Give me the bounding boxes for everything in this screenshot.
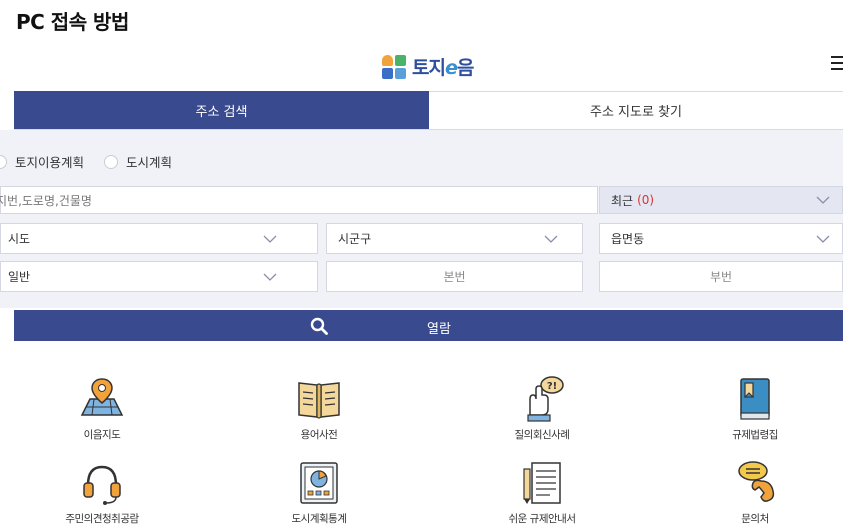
quick-link-contact[interactable]: 문의처 (685, 459, 825, 526)
radio-city-plan[interactable]: 도시계획 (104, 152, 172, 171)
tab-map-search[interactable]: 주소 지도로 찾기 (429, 91, 843, 129)
quick-link-regulations[interactable]: 규제법령집 (685, 375, 825, 442)
hand-question-icon: ?! (527, 376, 564, 422)
book-icon (298, 382, 340, 419)
headset-icon (83, 465, 121, 505)
land-type-select[interactable]: 일반 (0, 261, 318, 292)
eupmyeondong-select[interactable]: 읍면동 (599, 223, 843, 254)
quick-link-resident-opinion[interactable]: 주민의견청취공람 (32, 459, 172, 526)
chevron-down-icon (816, 196, 830, 204)
chevron-down-icon (544, 235, 558, 243)
phone-chat-icon (738, 461, 775, 502)
quick-link-eum-map[interactable]: 이음지도 (32, 375, 172, 442)
sigungu-select[interactable]: 시군구 (326, 223, 583, 254)
search-icon (310, 317, 328, 335)
quick-link-qna-cases[interactable]: ?! 질의회신사례 (472, 375, 612, 442)
logo-mark-icon (382, 54, 406, 79)
search-tabs: 주소 검색 주소 지도로 찾기 (14, 91, 843, 130)
plan-type-radios: 토지이용계획 도시계획 (0, 152, 172, 171)
quick-link-city-plan-stats[interactable]: 도시계획통계 (249, 459, 389, 526)
sido-select[interactable]: 시도 (0, 223, 318, 254)
logo-text: 토지e음 (412, 57, 474, 79)
main-number-input[interactable]: 본번 (326, 261, 583, 292)
document-icon (523, 462, 561, 504)
sub-number-input[interactable]: 부번 (599, 261, 843, 292)
radio-circle-icon (104, 154, 119, 169)
hamburger-icon[interactable] (829, 54, 843, 72)
quick-link-glossary[interactable]: 용어사전 (249, 375, 389, 442)
quick-link-easy-guide[interactable]: 쉬운 규제안내서 (472, 459, 612, 526)
address-search-input[interactable]: 지번,도로명,건물명 (0, 186, 598, 214)
map-pin-icon (80, 378, 124, 416)
chevron-down-icon (263, 273, 277, 281)
page-heading: PC 접속 방법 (16, 10, 129, 34)
chevron-down-icon (263, 235, 277, 243)
tab-address-search[interactable]: 주소 검색 (14, 91, 429, 129)
radio-land-use[interactable]: 토지이용계획 (0, 152, 84, 171)
view-button[interactable]: 열람 (14, 310, 843, 341)
site-logo[interactable]: 토지e음 (382, 53, 474, 80)
law-book-icon (740, 378, 770, 420)
recent-search-select[interactable]: 최근 (0) (599, 186, 843, 214)
chevron-down-icon (816, 235, 830, 243)
radio-circle-icon (0, 154, 7, 169)
chart-board-icon (300, 462, 338, 504)
svg-text:?!: ?! (547, 381, 557, 392)
